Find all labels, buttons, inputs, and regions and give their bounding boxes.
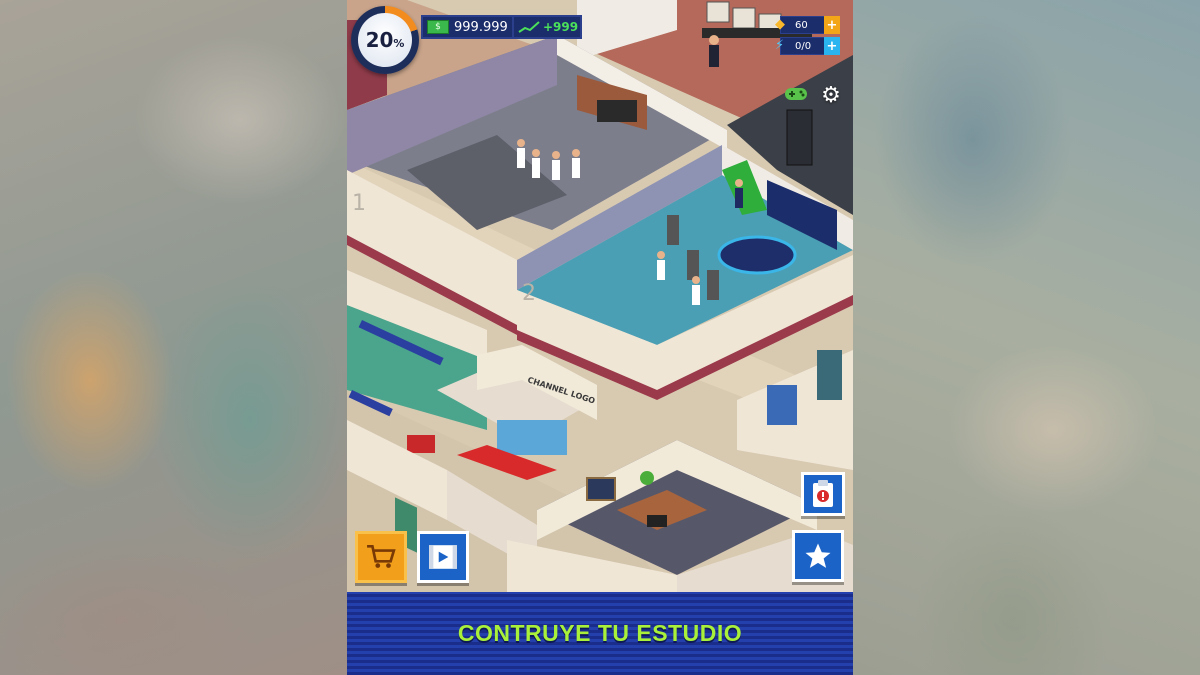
cart-icon (367, 544, 396, 568)
gem-value: 60 (795, 19, 808, 31)
gamepad-icon[interactable] (784, 86, 808, 104)
video-ad-button[interactable] (417, 531, 469, 583)
gear-icon[interactable]: ⚙ (818, 82, 844, 108)
energy-value: 0/0 (795, 40, 812, 52)
floor-number-2: 1 (352, 191, 366, 216)
cash-icon: $ (427, 20, 449, 34)
bolt-icon: ⚡ (775, 38, 785, 53)
blurred-background-right (853, 0, 1200, 675)
banner-text: CONTRUYE TU ESTUDIO (457, 620, 743, 646)
video-icon (429, 545, 457, 569)
gem-icon: ◆ (775, 17, 785, 32)
progress-value: 20 (365, 28, 394, 52)
game-screen[interactable]: 1 2 CHANNEL LOGO 20% $ 999.999 +999 ◆ 60… (347, 0, 853, 675)
shop-button[interactable] (355, 531, 407, 583)
studio-world[interactable]: 1 2 CHANNEL LOGO (347, 0, 853, 592)
add-gems-button[interactable]: + (824, 16, 840, 34)
clipboard-alert-button[interactable] (801, 472, 845, 516)
income-value: +999 (543, 20, 579, 34)
income-display[interactable]: +999 (512, 15, 582, 39)
floor-number-1: 2 (522, 281, 536, 306)
progress-unit: % (393, 36, 405, 50)
gem-display[interactable]: ◆ 60 + (775, 16, 840, 34)
staff-character[interactable] (709, 35, 719, 67)
star-icon (805, 543, 831, 568)
star-button[interactable] (792, 530, 844, 582)
add-energy-button[interactable]: + (824, 37, 840, 55)
blurred-background-left (0, 0, 347, 675)
energy-display[interactable]: ⚡ 0/0 + (775, 37, 840, 55)
progress-label: 20% (358, 13, 412, 67)
studio-progress-ring[interactable]: 20% (351, 6, 419, 74)
clipboard-alert-icon (813, 480, 833, 507)
trend-icon (518, 21, 540, 33)
promo-banner: CONTRUYE TU ESTUDIO (347, 592, 853, 675)
money-value: 999.999 (454, 19, 508, 35)
